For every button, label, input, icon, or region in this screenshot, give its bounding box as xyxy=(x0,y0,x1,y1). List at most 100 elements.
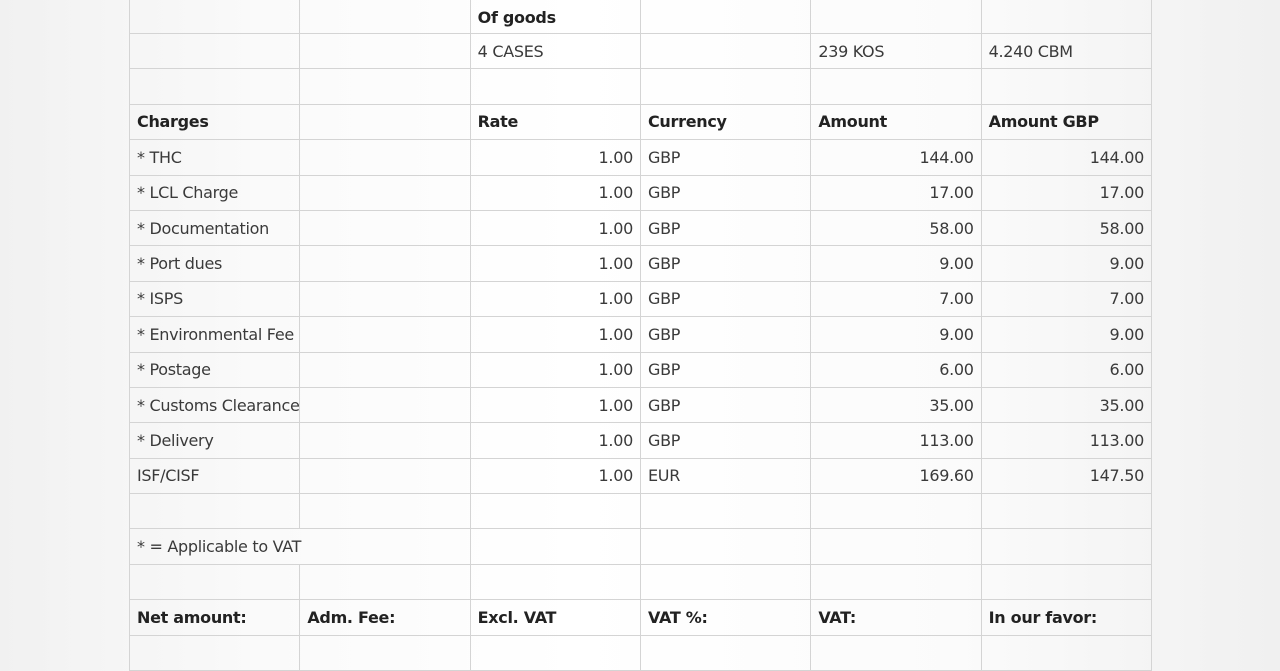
in-our-favor-label: In our favor: xyxy=(980,599,1152,636)
cell xyxy=(469,528,641,565)
cell xyxy=(128,0,301,34)
cell xyxy=(810,493,982,530)
charge-amount-gbp: 9.00 xyxy=(980,245,1152,282)
charge-amount: 7.00 xyxy=(810,280,982,318)
charge-name: * ISPS xyxy=(128,280,301,318)
cell xyxy=(299,493,471,530)
cell xyxy=(469,634,641,671)
goods-volume: 4.240 CBM xyxy=(980,32,1152,70)
cell xyxy=(810,68,982,105)
cell xyxy=(980,634,1152,671)
charge-amount: 17.00 xyxy=(810,174,982,211)
rate-column-header: Rate xyxy=(469,103,641,141)
cell xyxy=(299,280,471,318)
cell xyxy=(128,493,301,530)
goods-header: Of goods xyxy=(469,0,641,34)
cell xyxy=(810,528,982,565)
cell xyxy=(128,563,301,601)
cell xyxy=(299,103,471,141)
charge-amount-gbp: 147.50 xyxy=(980,457,1152,495)
charge-rate: 1.00 xyxy=(469,280,641,318)
cell xyxy=(980,0,1152,34)
adm-fee-label: Adm. Fee: xyxy=(299,599,471,636)
table-row: * THC 1.00 GBP 144.00 144.00 xyxy=(128,139,1152,176)
cell xyxy=(810,0,982,34)
charge-name: * Customs Clearance xyxy=(128,386,301,424)
summary-values-row xyxy=(128,634,1152,671)
cell xyxy=(980,493,1152,530)
cell xyxy=(299,457,471,495)
charge-currency: GBP xyxy=(639,209,812,247)
cell xyxy=(639,563,812,601)
charge-currency: GBP xyxy=(639,351,812,388)
table-row: * Postage 1.00 GBP 6.00 6.00 xyxy=(128,351,1152,388)
table-row: * Delivery 1.00 GBP 113.00 113.00 xyxy=(128,422,1152,459)
charge-currency: GBP xyxy=(639,139,812,176)
cell xyxy=(299,0,471,34)
cell xyxy=(299,351,471,388)
charge-currency: GBP xyxy=(639,316,812,353)
charge-amount-gbp: 17.00 xyxy=(980,174,1152,211)
cell xyxy=(810,634,982,671)
cell xyxy=(469,68,641,105)
charge-amount: 58.00 xyxy=(810,209,982,247)
charge-currency: GBP xyxy=(639,386,812,424)
cell xyxy=(639,32,812,70)
summary-header-row: Net amount: Adm. Fee: Excl. VAT VAT %: V… xyxy=(128,599,1152,636)
net-amount-label: Net amount: xyxy=(128,599,301,636)
table-row: * ISPS 1.00 GBP 7.00 7.00 xyxy=(128,280,1152,318)
charge-amount-gbp: 6.00 xyxy=(980,351,1152,388)
charge-rate: 1.00 xyxy=(469,351,641,388)
charge-amount: 9.00 xyxy=(810,316,982,353)
amount-column-header: Amount xyxy=(810,103,982,141)
charge-amount-gbp: 7.00 xyxy=(980,280,1152,318)
table-row: * Environmental Fee 1.00 GBP 9.00 9.00 xyxy=(128,316,1152,353)
cell xyxy=(639,68,812,105)
table-row: ISF/CISF 1.00 EUR 169.60 147.50 xyxy=(128,457,1152,495)
spacer-row xyxy=(128,68,1152,105)
charge-rate: 1.00 xyxy=(469,422,641,459)
charge-amount: 169.60 xyxy=(810,457,982,495)
charge-rate: 1.00 xyxy=(469,139,641,176)
cell xyxy=(980,68,1152,105)
charges-header-row: Charges Rate Currency Amount Amount GBP xyxy=(128,103,1152,141)
vat-note: * = Applicable to VAT xyxy=(129,528,471,565)
charge-name: * Documentation xyxy=(128,209,301,247)
vat-note-row: * = Applicable to VAT xyxy=(129,528,1152,565)
goods-packages: 4 CASES xyxy=(469,32,641,70)
cell xyxy=(299,245,471,282)
cell xyxy=(469,493,641,530)
excl-vat-label: Excl. VAT xyxy=(469,599,641,636)
goods-values-row: 4 CASES 239 KOS 4.240 CBM xyxy=(128,32,1152,70)
charge-name: * THC xyxy=(128,139,301,176)
charge-currency: GBP xyxy=(639,245,812,282)
charge-amount-gbp: 144.00 xyxy=(980,139,1152,176)
cell xyxy=(128,68,301,105)
charge-name: * Port dues xyxy=(128,245,301,282)
charge-amount-gbp: 113.00 xyxy=(980,422,1152,459)
cell xyxy=(299,68,471,105)
cell xyxy=(639,528,812,565)
cell xyxy=(639,493,812,530)
cell xyxy=(810,563,982,601)
charge-currency: GBP xyxy=(639,280,812,318)
charges-column-header: Charges xyxy=(128,103,301,141)
charge-rate: 1.00 xyxy=(469,386,641,424)
invoice-sheet: Of goods 4 CASES 239 KOS 4.240 CBM Charg… xyxy=(128,0,1152,671)
cell xyxy=(299,316,471,353)
charge-amount: 9.00 xyxy=(810,245,982,282)
charge-name: * Environmental Fee xyxy=(128,316,301,353)
charge-name: * Delivery xyxy=(128,422,301,459)
cell xyxy=(299,563,471,601)
cell xyxy=(299,139,471,176)
table-row: * Customs Clearance 1.00 GBP 35.00 35.00 xyxy=(128,386,1152,424)
table-row: * LCL Charge 1.00 GBP 17.00 17.00 xyxy=(128,174,1152,211)
charge-rate: 1.00 xyxy=(469,457,641,495)
currency-column-header: Currency xyxy=(639,103,812,141)
cell xyxy=(299,634,471,671)
charges-table: Of goods 4 CASES 239 KOS 4.240 CBM Charg… xyxy=(128,0,1152,671)
charge-rate: 1.00 xyxy=(469,316,641,353)
cell xyxy=(639,634,812,671)
charge-currency: GBP xyxy=(639,174,812,211)
cell xyxy=(128,634,301,671)
